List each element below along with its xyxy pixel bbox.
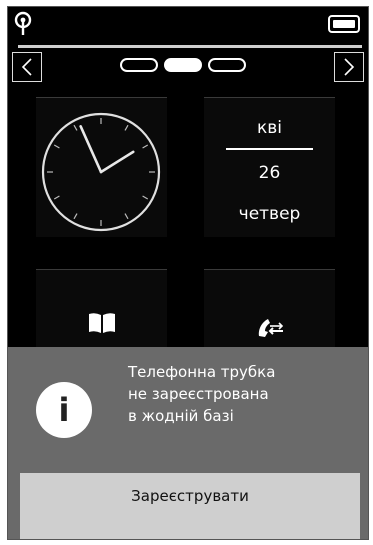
dialog-message: Телефонна трубка не зареєстрована в жодн… (128, 361, 275, 427)
message-line-3: в жодній базі (128, 407, 234, 425)
date-day: 26 (258, 163, 281, 183)
chevron-left-icon (21, 58, 32, 76)
message-line-1: Телефонна трубка (128, 363, 276, 381)
clock-hour-hand (99, 150, 135, 174)
status-bar (8, 7, 368, 43)
clock-minute-hand (79, 125, 103, 174)
page-dot-1[interactable] (120, 58, 158, 72)
clock-tick (142, 195, 149, 200)
clock-tick (142, 144, 149, 149)
register-button[interactable]: Зареєструвати (20, 473, 360, 539)
chevron-right-icon (344, 58, 355, 76)
info-icon: i (36, 382, 92, 438)
call-list-icon (258, 319, 284, 337)
date-divider (226, 148, 313, 150)
clock-tick (124, 213, 129, 220)
clock-tick (53, 144, 60, 149)
registration-dialog: i Телефонна трубка не зареєстрована в жо… (8, 347, 368, 539)
date-month: кві (256, 118, 282, 138)
register-button-label: Зареєструвати (131, 487, 249, 505)
book-icon (89, 313, 115, 333)
page-indicator (120, 58, 246, 72)
page-dot-3[interactable] (208, 58, 246, 72)
clock-tick (53, 195, 60, 200)
message-line-2: не зареєстрована (128, 385, 269, 403)
clock-tick (73, 124, 78, 131)
phonebook-tile[interactable] (36, 269, 167, 351)
antenna-icon (14, 11, 32, 35)
page-dot-2[interactable] (164, 58, 202, 72)
call-list-tile[interactable] (204, 269, 335, 351)
battery-icon (328, 15, 360, 33)
info-symbol: i (58, 391, 70, 429)
date-weekday: четвер (238, 204, 301, 224)
date-tile[interactable]: кві 26 четвер (204, 97, 335, 237)
analog-clock-icon (41, 112, 161, 232)
previous-page-button[interactable] (12, 52, 42, 82)
clock-tick (73, 213, 78, 220)
clock-tick (124, 124, 129, 131)
header-divider (18, 45, 362, 48)
next-page-button[interactable] (334, 52, 364, 82)
clock-tile[interactable] (36, 97, 167, 237)
phone-screen: кві 26 четвер i Телефонна трубка не заре… (7, 6, 369, 540)
